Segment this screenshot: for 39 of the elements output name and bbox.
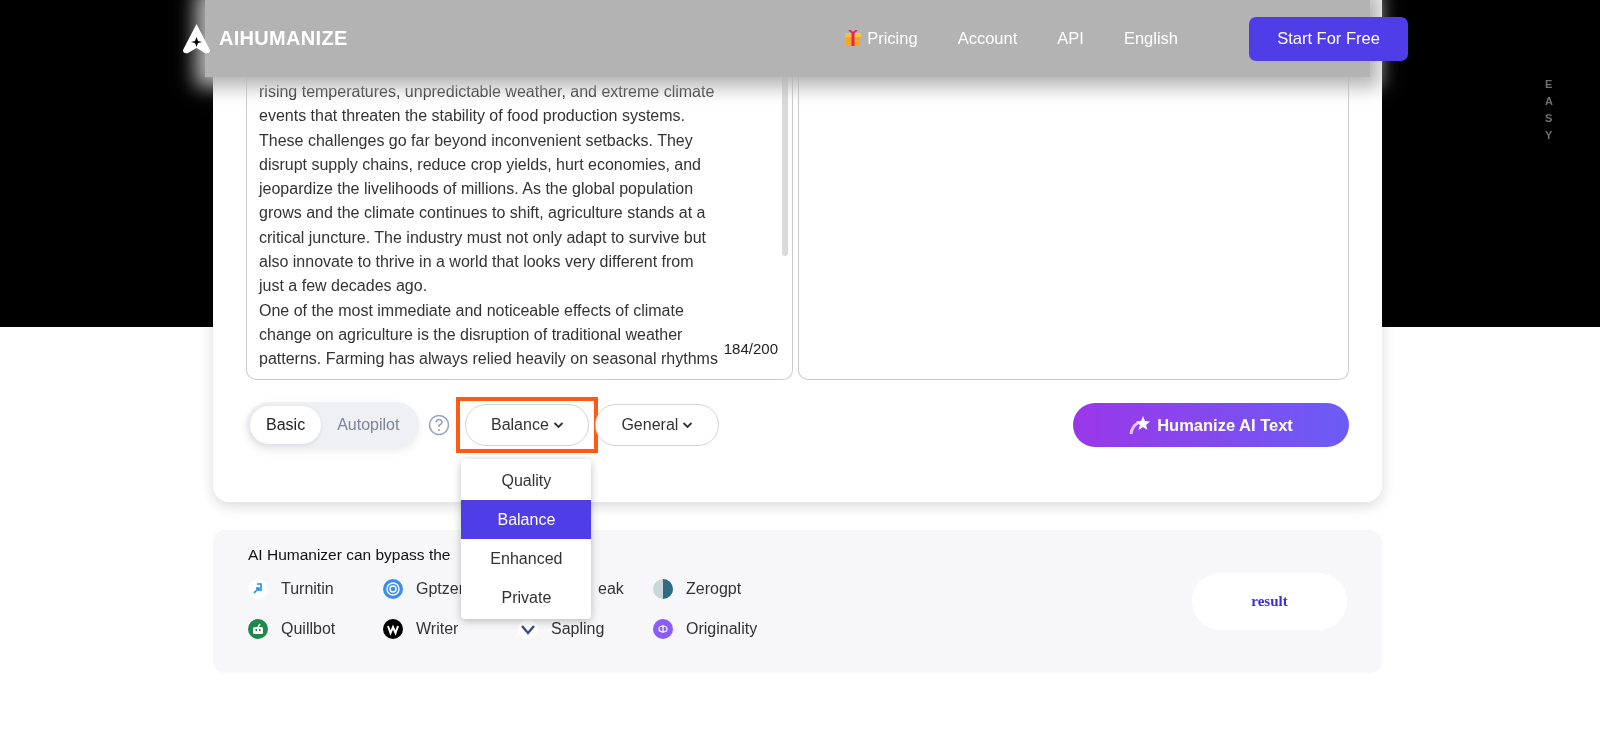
detector-name: Sapling: [551, 620, 605, 638]
dropdown-button[interactable]: Balance: [465, 404, 590, 446]
side-label: EASY: [1545, 77, 1554, 144]
detector-name: Turnitin: [281, 580, 334, 598]
menu-item[interactable]: Balance: [461, 500, 592, 539]
menu-item[interactable]: Quality: [461, 461, 592, 500]
detector-name: eak: [598, 580, 624, 598]
menu-item[interactable]: Enhanced: [461, 539, 592, 578]
chevron-down-icon: [552, 421, 564, 429]
detector-name: Writer: [416, 620, 459, 638]
rings-icon: [383, 579, 403, 599]
mode-tab[interactable]: Basic: [250, 406, 322, 444]
help-icon[interactable]: [428, 414, 451, 436]
start-for-free-button[interactable]: Start For Free: [1249, 16, 1408, 61]
logo-icon: [183, 23, 210, 54]
output-field[interactable]: [798, 76, 1349, 380]
input-paragraph: One of the most immediate and noticeable effects of climate change on agriculture is the disruption of traditional weather patterns. Farming has always relied heavily on seasonal rhythms: [259, 300, 718, 370]
mode-tab[interactable]: Autopilot: [321, 406, 416, 444]
sparkle-icon: [1129, 415, 1152, 435]
character-counter: 184/200: [723, 340, 778, 357]
robot-icon: [248, 619, 268, 639]
detector-name: Gptzer: [416, 580, 464, 598]
humanize-button[interactable]: Humanize AI Text: [1073, 403, 1349, 447]
scrollbar-thumb[interactable]: [782, 76, 788, 256]
input-field[interactable]: [246, 76, 793, 380]
result-button[interactable]: result: [1192, 573, 1347, 630]
chevron-down-icon: [682, 421, 694, 429]
zigzag-icon: [383, 619, 403, 639]
brain-icon: [653, 579, 673, 599]
bypass-title: AI Humanizer can bypass the: [248, 546, 451, 564]
detector-name: Originality: [686, 620, 758, 638]
dropdown-button[interactable]: General: [595, 404, 720, 446]
logo-text: AIHUMANIZE: [219, 27, 348, 50]
brain-icon: [653, 619, 673, 639]
menu-item[interactable]: Private: [461, 578, 592, 617]
input-paragraph: rising temperatures, unpredictable weather, and extreme climate events that threaten the stability of food production systems. These challenges go far beyond inconvenient setbacks. They disrupt supply chains, reduce crop yields, hurt economies, and jeopardize the livelihoods of millions. As the global population grows and the climate continues to shift, agriculture stands at a critical juncture. The industry must not only adapt to survive but also innovate to thrive in a world that looks very different from just a few decades ago.: [259, 82, 715, 297]
detector-name: Quillbot: [281, 620, 336, 638]
gift-icon: [845, 30, 862, 47]
detector-name: Zerogpt: [686, 580, 742, 598]
